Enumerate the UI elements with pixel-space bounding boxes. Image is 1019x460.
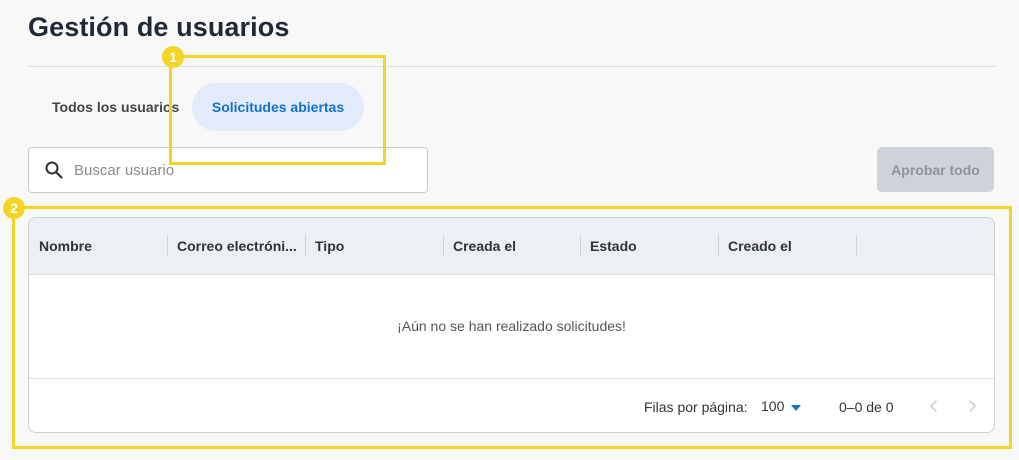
table-header: Nombre Correo electróni... Tipo Creada e… bbox=[29, 218, 994, 275]
column-header-status[interactable]: Estado bbox=[580, 218, 718, 274]
page-title: Gestión de usuarios bbox=[28, 12, 290, 42]
caret-down-icon[interactable] bbox=[791, 405, 801, 411]
pagination-range: 0–0 de 0 bbox=[839, 399, 894, 415]
approve-all-button[interactable]: Aprobar todo bbox=[877, 147, 994, 192]
callout-badge: 1 bbox=[162, 46, 184, 68]
chevron-right-icon[interactable] bbox=[963, 397, 981, 415]
tab-open-requests[interactable]: Solicitudes abiertas bbox=[192, 83, 364, 131]
rows-per-page-label: Filas por página: bbox=[644, 399, 748, 415]
rows-per-page-select[interactable]: 100 bbox=[761, 398, 784, 414]
column-header-email[interactable]: Correo electróni... bbox=[167, 218, 305, 274]
search-icon bbox=[45, 161, 63, 179]
column-header-created-by[interactable]: Creado el bbox=[718, 218, 856, 274]
column-separator[interactable] bbox=[856, 235, 857, 257]
column-header-name[interactable]: Nombre bbox=[29, 218, 167, 274]
chevron-left-icon[interactable] bbox=[925, 397, 943, 415]
search-box[interactable] bbox=[28, 147, 428, 193]
tab-all-users[interactable]: Todos los usuarios bbox=[52, 83, 179, 131]
column-header-created-at[interactable]: Creada el bbox=[443, 218, 581, 274]
empty-state-message: ¡Aún no se han realizado solicitudes! bbox=[397, 318, 626, 334]
search-input[interactable] bbox=[74, 148, 414, 192]
callout-badge: 2 bbox=[3, 197, 25, 219]
table-pagination: Filas por página: 100 0–0 de 0 bbox=[29, 378, 994, 432]
column-header-type[interactable]: Tipo bbox=[305, 218, 443, 274]
requests-table: Nombre Correo electróni... Tipo Creada e… bbox=[28, 217, 995, 433]
